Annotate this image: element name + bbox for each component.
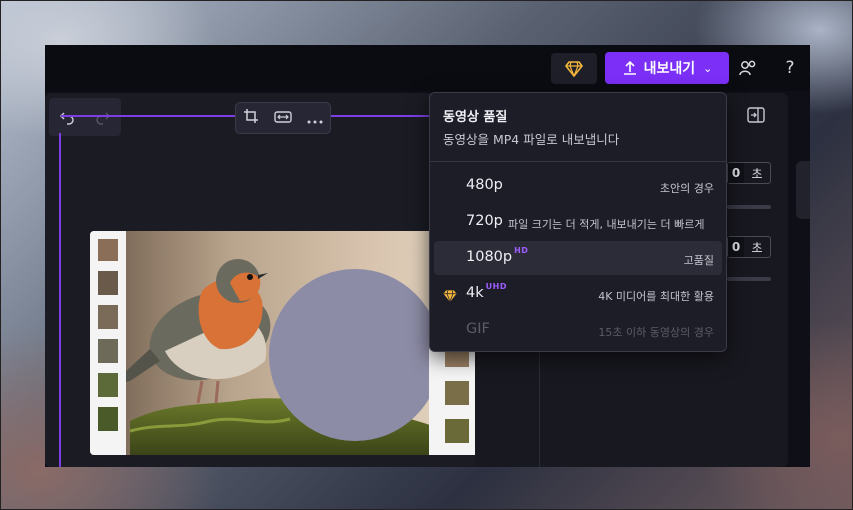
chevron-down-icon: ⌄ bbox=[703, 61, 713, 75]
quality-option-480p[interactable]: 480p 초안의 경우 bbox=[434, 169, 722, 203]
end-time-value: 0 bbox=[728, 237, 744, 257]
end-slider[interactable] bbox=[727, 277, 771, 281]
start-slider[interactable] bbox=[727, 205, 771, 209]
panel-collapse-icon[interactable] bbox=[747, 107, 765, 127]
hd-badge: HD bbox=[514, 246, 529, 255]
option-name: 1080p HD bbox=[466, 246, 529, 265]
diamond-icon bbox=[565, 60, 583, 77]
end-time-unit: 초 bbox=[751, 240, 763, 255]
end-time-field[interactable]: 0 초 bbox=[727, 236, 771, 258]
option-desc: 4K 미디어를 최대한 활용 bbox=[598, 290, 714, 303]
export-button[interactable]: 내보내기 ⌄ bbox=[605, 52, 729, 84]
canvas-toolbar bbox=[235, 102, 331, 134]
undo-icon[interactable] bbox=[59, 109, 75, 125]
help-icon[interactable]: ? bbox=[779, 57, 801, 79]
uhd-badge: UHD bbox=[485, 282, 507, 291]
quality-option-1080p[interactable]: 1080p HD 고품질 bbox=[434, 241, 722, 275]
option-name: 4k UHD bbox=[466, 282, 507, 301]
panel-edge-tab[interactable] bbox=[796, 161, 810, 219]
start-time-value: 0 bbox=[728, 163, 744, 183]
quality-option-gif: GIF 15초 이하 동영상의 경우 bbox=[434, 313, 722, 347]
export-quality-menu: 동영상 품질 동영상을 MP4 파일로 내보냅니다 480p 초안의 경우 72… bbox=[429, 92, 727, 352]
option-desc: 파일 크기는 더 적게, 내보내기는 더 빠르게 bbox=[508, 218, 705, 231]
quality-option-720p[interactable]: 720p 파일 크기는 더 적게, 내보내기는 더 빠르게 bbox=[434, 205, 722, 239]
diamond-icon bbox=[443, 287, 457, 306]
canvas-frame-top bbox=[61, 115, 235, 117]
fit-icon[interactable] bbox=[274, 109, 292, 128]
menu-subtitle: 동영상을 MP4 파일로 내보냅니다 bbox=[443, 132, 620, 147]
option-name: GIF bbox=[466, 321, 490, 337]
premium-button[interactable] bbox=[551, 53, 597, 84]
start-time-field[interactable]: 0 초 bbox=[727, 162, 771, 184]
redo-icon[interactable] bbox=[95, 109, 111, 125]
upload-icon bbox=[623, 60, 636, 75]
option-desc: 15초 이하 동영상의 경우 bbox=[598, 326, 714, 339]
option-desc: 초안의 경우 bbox=[659, 182, 714, 195]
crop-icon[interactable] bbox=[243, 108, 259, 128]
option-name: 720p bbox=[466, 213, 503, 229]
top-bar: 내보내기 ⌄ ? bbox=[45, 45, 810, 91]
quality-option-4k[interactable]: 4k UHD 4K 미디어를 최대한 활용 bbox=[434, 277, 722, 311]
menu-title: 동영상 품질 bbox=[443, 110, 508, 125]
option-name: 480p bbox=[466, 177, 503, 193]
start-time-unit: 초 bbox=[751, 166, 763, 181]
canvas-frame-top-right bbox=[331, 115, 431, 117]
option-desc: 고품질 bbox=[683, 254, 714, 267]
more-icon[interactable] bbox=[307, 109, 323, 128]
collaborate-icon[interactable] bbox=[737, 57, 759, 79]
canvas-frame-left bbox=[59, 133, 61, 467]
menu-divider bbox=[430, 161, 726, 162]
undo-redo-group bbox=[49, 98, 121, 136]
export-label: 내보내기 bbox=[643, 61, 696, 77]
